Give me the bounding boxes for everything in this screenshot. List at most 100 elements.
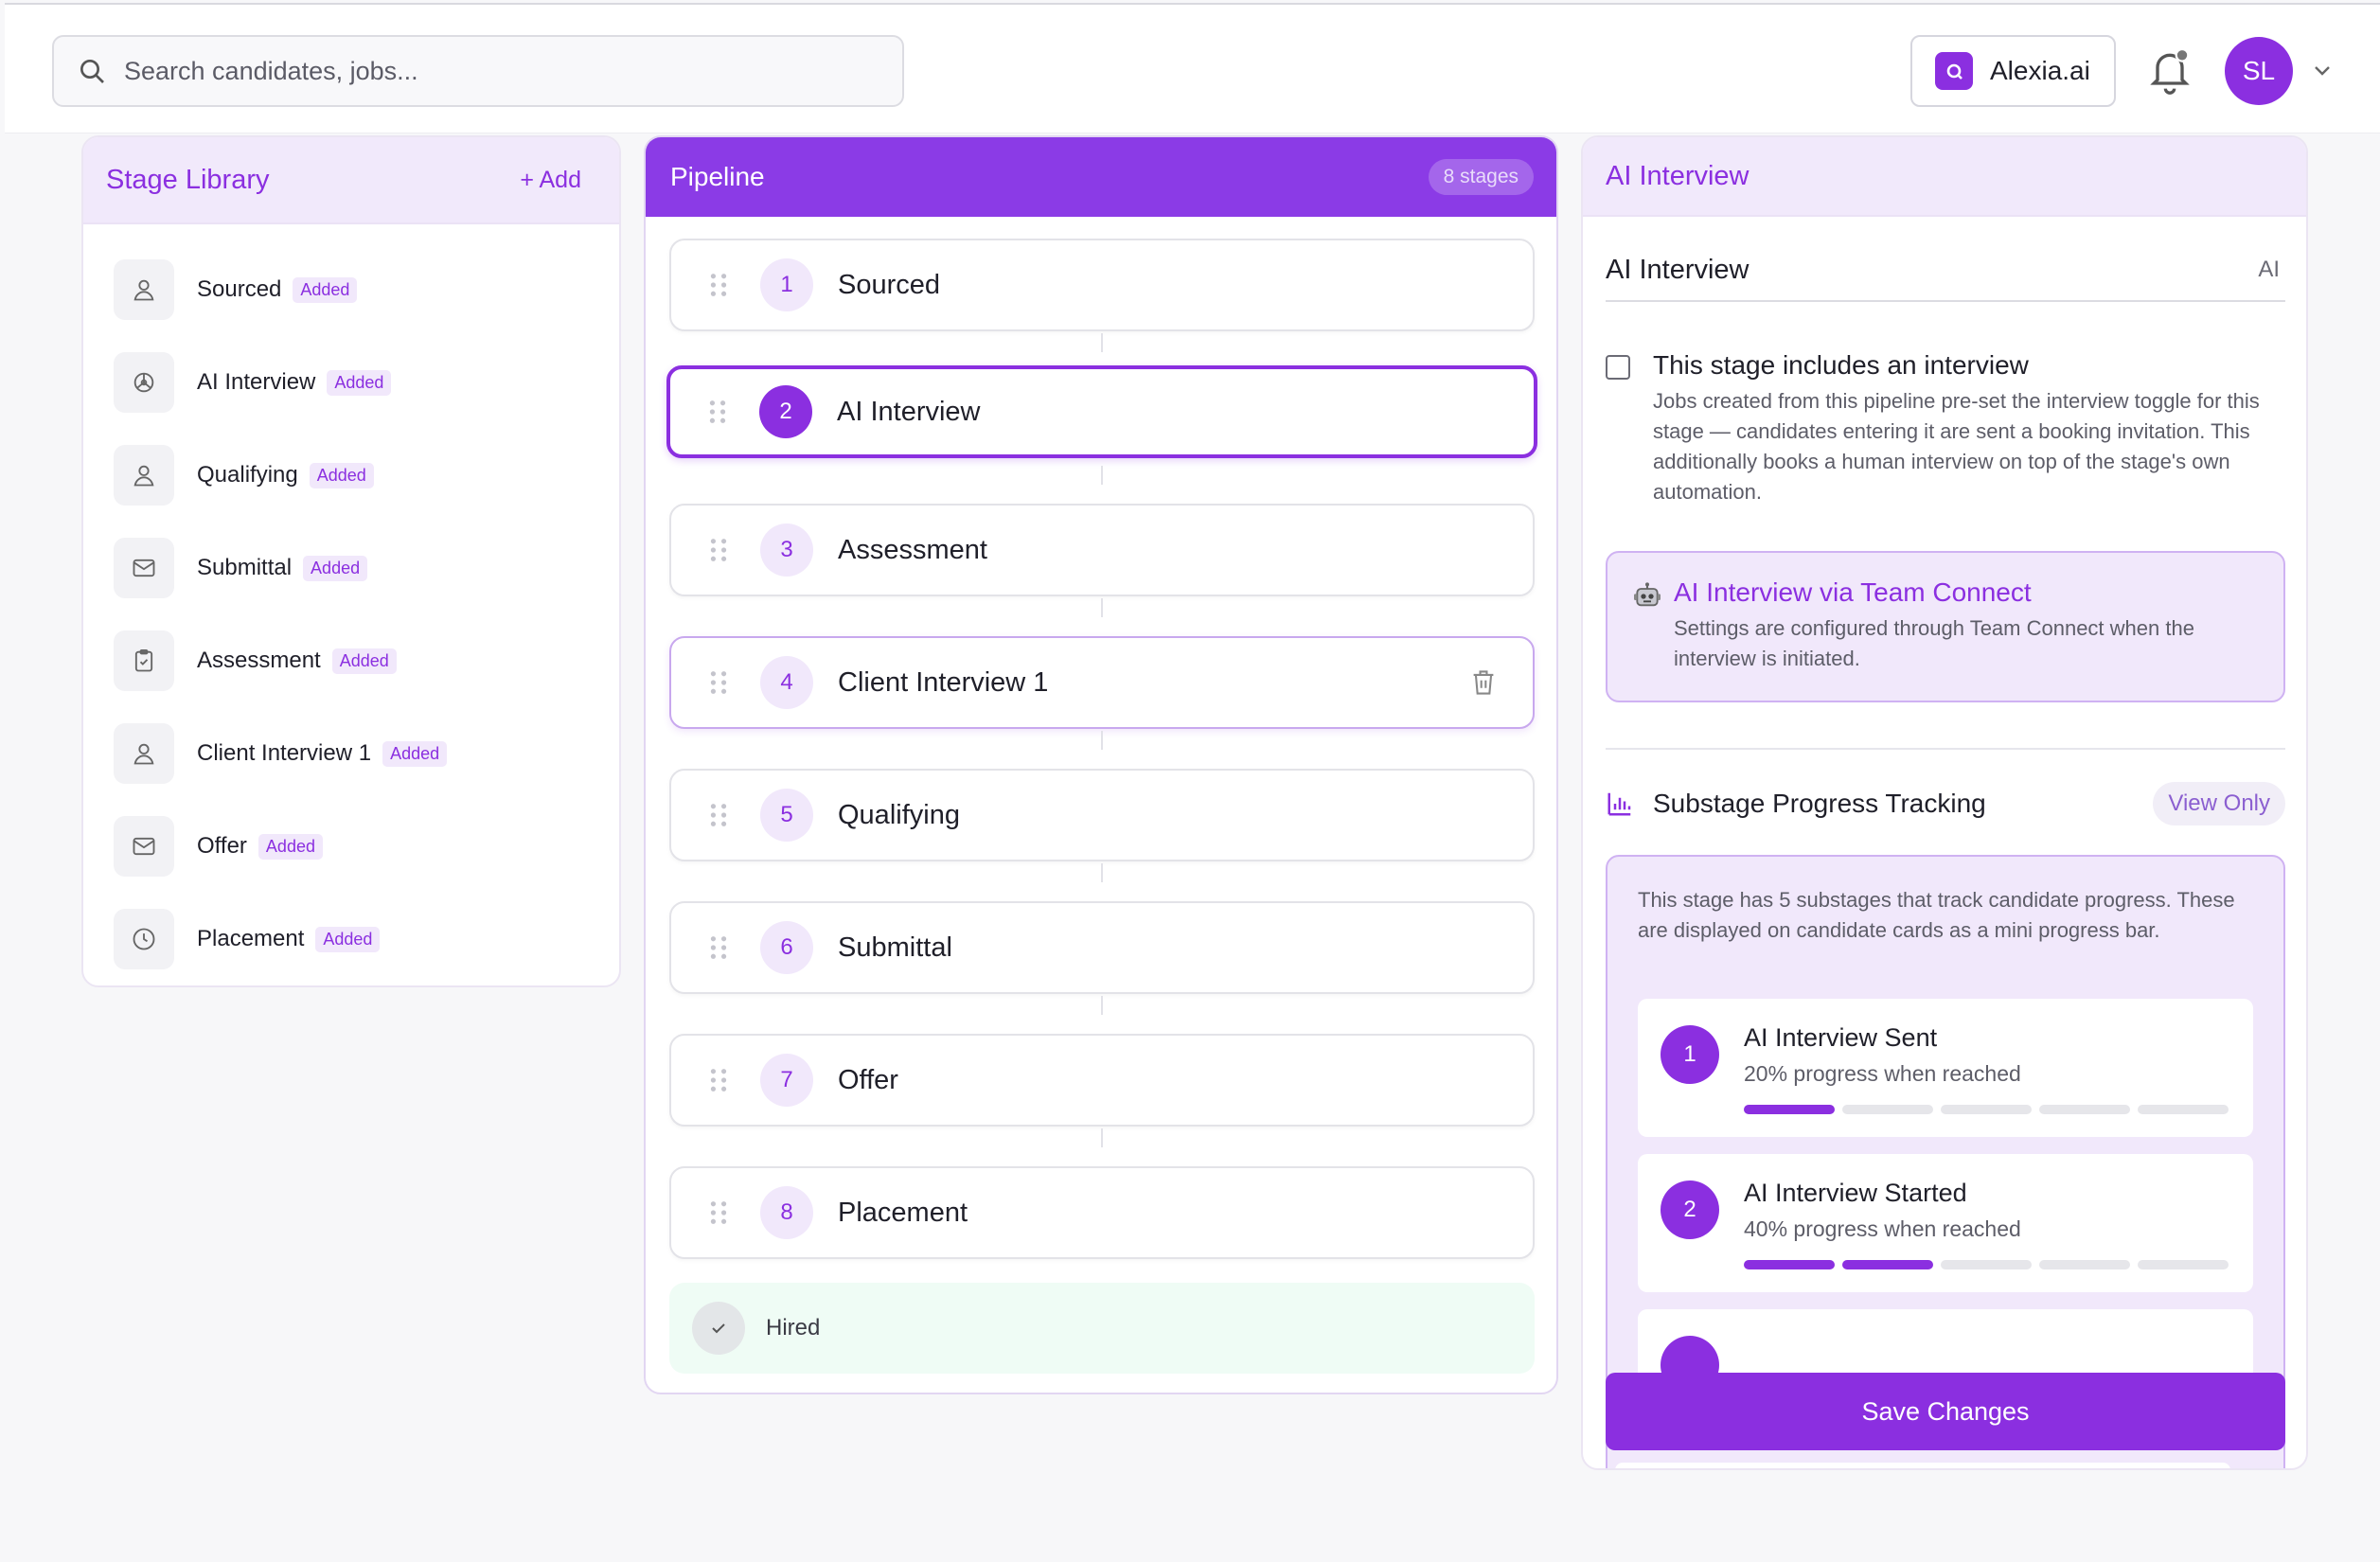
search-box[interactable] — [52, 35, 904, 107]
stage-connector — [1101, 333, 1103, 352]
substage-number: 1 — [1661, 1025, 1719, 1084]
trash-icon[interactable] — [1470, 668, 1497, 697]
brand-name: Alexia.ai — [1990, 56, 2090, 85]
library-item-label: Placement — [197, 926, 305, 951]
avatar[interactable]: SL — [2225, 37, 2293, 105]
alexia-logo-icon — [1935, 52, 1973, 90]
library-item-label: AI Interview — [197, 369, 316, 395]
library-item-submittal[interactable]: Submittal Added — [83, 522, 619, 614]
pipeline-stage-ai-interview[interactable]: 2 AI Interview — [666, 365, 1537, 458]
drag-handle-icon[interactable] — [709, 538, 728, 562]
pipeline-stage-sourced[interactable]: 1 Sourced — [669, 239, 1535, 331]
bell-icon[interactable] — [2146, 46, 2194, 96]
substage-description: This stage has 5 substages that track ca… — [1638, 888, 2235, 942]
stage-name: AI Interview — [837, 396, 981, 427]
pipeline-stage-client-interview-1[interactable]: 4 Client Interview 1 — [669, 636, 1535, 729]
substage-card-overflow — [1615, 1463, 2230, 1468]
drag-handle-icon[interactable] — [709, 273, 728, 297]
stage-count-badge: 8 stages — [1428, 159, 1534, 195]
drag-handle-icon[interactable] — [709, 1068, 728, 1092]
stage-number: 6 — [760, 921, 813, 974]
added-badge: Added — [382, 740, 448, 767]
stage-library-panel: Stage Library + Add Sourced Added AI Int… — [81, 135, 621, 987]
substage-progress-text: 20% progress when reached — [1744, 1061, 2021, 1086]
user-icon — [114, 723, 174, 784]
pipeline-stage-assessment[interactable]: 3 Assessment — [669, 504, 1535, 596]
drag-handle-icon[interactable] — [709, 935, 728, 960]
library-item-label: Assessment — [197, 648, 321, 673]
library-item-label: Qualifying — [197, 462, 298, 488]
drag-handle-icon[interactable] — [709, 803, 728, 827]
substage-name: AI Interview Sent — [1744, 1023, 1938, 1052]
mini-progress-bar — [1744, 1260, 2229, 1269]
library-item-assessment[interactable]: Assessment Added — [83, 614, 619, 707]
substage-name: AI Interview Started — [1744, 1179, 1967, 1207]
stage-name: Assessment — [838, 534, 987, 565]
stage-number: 4 — [760, 656, 813, 709]
user-icon — [114, 445, 174, 506]
stage-connector — [1101, 1128, 1103, 1147]
progress-segment — [2138, 1105, 2229, 1114]
library-item-label: Submittal — [197, 555, 293, 580]
add-stage-button[interactable]: + Add — [520, 167, 581, 194]
interview-checkbox-description: Jobs created from this pipeline pre-set … — [1653, 389, 2260, 504]
stage-connector — [1101, 731, 1103, 750]
library-item-offer[interactable]: Offer Added — [83, 800, 619, 893]
library-item-sourced[interactable]: Sourced Added — [83, 243, 619, 336]
progress-segment — [2039, 1105, 2130, 1114]
progress-segment — [1941, 1260, 2032, 1269]
pipeline-stage-placement[interactable]: 8 Placement — [669, 1166, 1535, 1259]
team-connect-info: AI Interview via Team Connect Settings a… — [1606, 551, 2285, 702]
stage-name: Client Interview 1 — [838, 666, 1049, 698]
pipeline-panel: Pipeline 8 stages 1 Sourced 2 AI Intervi… — [644, 135, 1558, 1394]
mail-icon — [114, 816, 174, 877]
drag-handle-icon[interactable] — [708, 399, 727, 424]
progress-segment — [1744, 1260, 1835, 1269]
view-only-badge: View Only — [2153, 782, 2285, 825]
library-item-client-interview-1[interactable]: Client Interview 1 Added — [83, 707, 619, 800]
search-icon — [80, 60, 104, 83]
library-item-qualifying[interactable]: Qualifying Added — [83, 429, 619, 522]
substage-title: Substage Progress Tracking — [1653, 789, 1986, 818]
progress-segment — [1744, 1105, 1835, 1114]
bar-chart-icon — [1607, 792, 1631, 816]
added-badge: Added — [303, 555, 368, 581]
interview-checkbox-label: This stage includes an interview — [1653, 350, 2029, 380]
pipeline-stage-submittal[interactable]: 6 Submittal — [669, 901, 1535, 994]
added-badge: Added — [331, 648, 397, 674]
stage-library-header: Stage Library + Add — [83, 137, 619, 224]
stage-name: Sourced — [838, 269, 941, 300]
stage-name-value: AI Interview — [1606, 254, 1749, 285]
save-changes-button[interactable]: Save Changes — [1606, 1373, 2285, 1450]
progress-segment — [2138, 1260, 2229, 1269]
robot-icon — [1634, 582, 1661, 607]
pipeline-stage-qualifying[interactable]: 5 Qualifying — [669, 769, 1535, 861]
stage-name: Qualifying — [838, 799, 960, 830]
library-item-placement[interactable]: Placement Added — [83, 893, 619, 985]
section-divider — [1606, 748, 2285, 750]
pipeline-stage-offer[interactable]: 7 Offer — [669, 1034, 1535, 1127]
user-icon — [114, 259, 174, 320]
stage-name-field[interactable]: AI Interview AI — [1606, 240, 2285, 302]
interview-checkbox[interactable] — [1606, 355, 1630, 380]
added-badge: Added — [315, 926, 381, 952]
stage-number: 7 — [760, 1054, 813, 1107]
mini-progress-bar — [1744, 1105, 2229, 1114]
progress-segment — [1842, 1105, 1933, 1114]
drag-handle-icon[interactable] — [709, 670, 728, 695]
substage-number: 2 — [1661, 1180, 1719, 1239]
added-badge: Added — [327, 369, 392, 396]
library-item-ai-interview[interactable]: AI Interview Added — [83, 336, 619, 429]
search-input[interactable] — [124, 56, 862, 86]
progress-segment — [2039, 1260, 2130, 1269]
chevron-down-icon[interactable] — [2311, 62, 2334, 80]
brand-button[interactable]: Alexia.ai — [1910, 35, 2116, 107]
stage-connector — [1101, 598, 1103, 617]
substage-progress-text: 40% progress when reached — [1744, 1216, 2021, 1241]
added-badge: Added — [258, 833, 323, 860]
stage-library-list: Sourced Added AI Interview Added Qualify… — [83, 224, 619, 985]
team-connect-description: Settings are configured through Team Con… — [1674, 616, 2194, 670]
library-item-label: Offer — [197, 833, 247, 859]
drag-handle-icon[interactable] — [709, 1200, 728, 1225]
check-icon — [692, 1302, 745, 1355]
